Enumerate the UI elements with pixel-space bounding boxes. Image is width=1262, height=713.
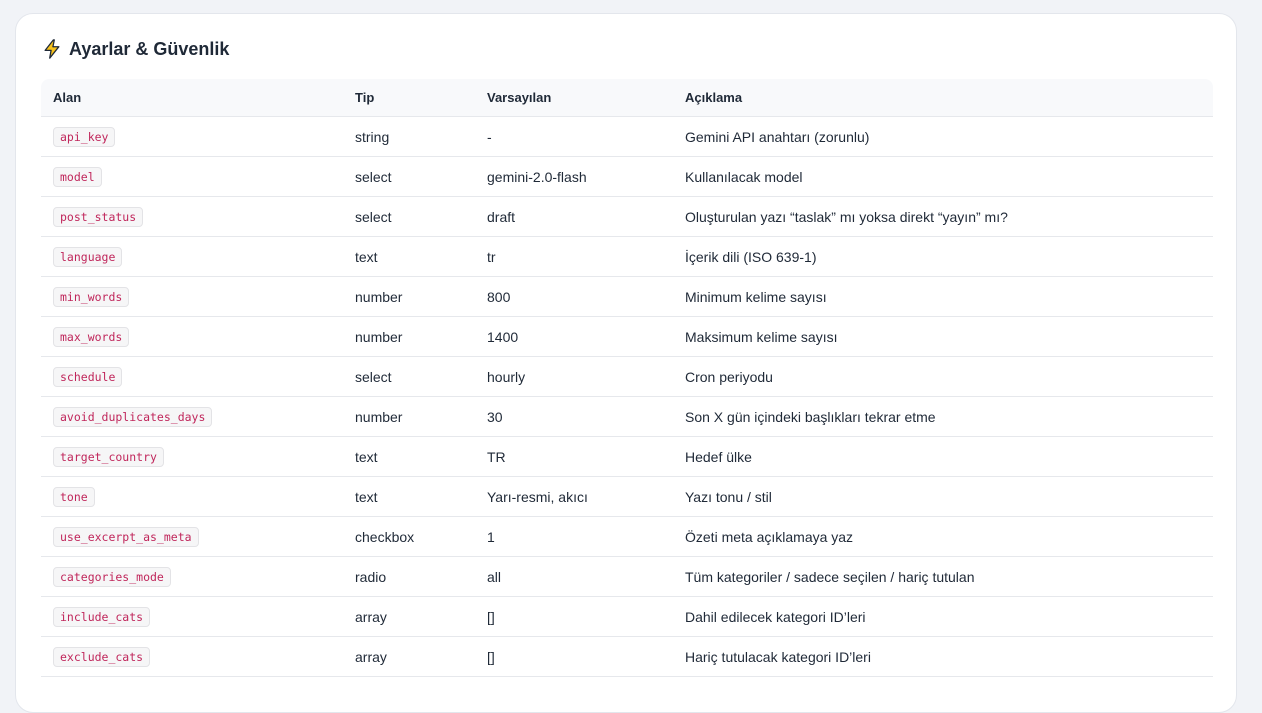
cell-default: 1400 [475,316,673,357]
cell-field: post_status [41,196,343,237]
field-name-code: max_words [53,326,130,347]
cell-field: model [41,156,343,197]
cell-default: all [475,556,673,597]
table-row: schedule select hourly Cron periyodu [41,356,1213,397]
cell-default: tr [475,236,673,277]
cell-default: draft [475,196,673,237]
field-name-code: post_status [53,206,144,227]
cell-type: text [343,476,475,517]
cell-default: Yarı-resmi, akıcı [475,476,673,517]
cell-field: schedule [41,356,343,397]
cell-field: max_words [41,316,343,357]
card-title-text: Ayarlar & Güvenlik [69,38,230,59]
field-name-code: language [53,246,123,267]
cell-description: Dahil edilecek kategori ID’leri [673,596,1213,637]
cell-field: use_excerpt_as_meta [41,516,343,557]
table-row: categories_mode radio all Tüm kategoriler /… [41,556,1213,597]
cell-type: number [343,276,475,317]
cell-type: select [343,356,475,397]
cell-field: api_key [41,116,343,157]
field-name-code: include_cats [53,606,151,627]
settings-table-wrap: Alan Tip Varsayılan Açıklama api_key stri… [41,79,1213,677]
table-row: include_cats array[] Dahil edilecek katego… [41,596,1213,637]
cell-type: array [343,636,475,677]
table-header-row: Alan Tip Varsayılan Açıklama [41,79,1213,117]
lightning-bolt-icon [44,39,60,59]
table-row: target_country text TR Hedef ülke [41,436,1213,477]
field-name-code: exclude_cats [53,646,151,667]
column-header-field: Alan [41,79,343,117]
table-row: exclude_cats array[] Hariç tutulacak kateg… [41,636,1213,677]
cell-description: Tüm kategoriler / sadece seçilen / hariç… [673,556,1213,597]
cell-description: Oluşturulan yazı “taslak” mı yoksa direk… [673,196,1213,237]
cell-description: Cron periyodu [673,356,1213,397]
column-header-description: Açıklama [673,79,1213,117]
cell-field: avoid_duplicates_days [41,396,343,437]
table-row: use_excerpt_as_meta checkbox 1 Özeti meta a… [41,516,1213,557]
cell-description: Son X gün içindeki başlıkları tekrar etm… [673,396,1213,437]
cell-default: 800 [475,276,673,317]
cell-type: string [343,116,475,157]
cell-type: select [343,156,475,197]
cell-field: exclude_cats [41,636,343,677]
cell-type: text [343,436,475,477]
field-name-code: target_country [53,446,164,467]
cell-default: hourly [475,356,673,397]
cell-field: target_country [41,436,343,477]
field-name-code: tone [53,486,95,507]
field-name-code: use_excerpt_as_meta [53,526,199,547]
cell-description: Yazı tonu / stil [673,476,1213,517]
table-row: min_words number 800 Minimum kelime sayısı [41,276,1213,317]
table-row: max_words number 1400 Maksimum kelime sayıs… [41,316,1213,357]
settings-card: Ayarlar & Güvenlik Alan Tip Varsayılan A… [15,13,1237,713]
table-row: tone text Yarı-resmi, akıcı Yazı tonu / sti… [41,476,1213,517]
column-header-default: Varsayılan [475,79,673,117]
cell-description: Hedef ülke [673,436,1213,477]
cell-default: [] [475,636,673,677]
cell-field: min_words [41,276,343,317]
cell-default: 1 [475,516,673,557]
cell-description: Maksimum kelime sayısı [673,316,1213,357]
cell-description: Minimum kelime sayısı [673,276,1213,317]
cell-type: checkbox [343,516,475,557]
field-name-code: categories_mode [53,566,171,587]
field-name-code: min_words [53,286,130,307]
cell-description: Kullanılacak model [673,156,1213,197]
table-row: model select gemini-2.0-flash Kullanılacak … [41,156,1213,197]
cell-default: 30 [475,396,673,437]
table-row: api_key string - Gemini API anahtarı (zorun… [41,116,1213,157]
card-title: Ayarlar & Güvenlik [41,38,229,60]
cell-type: text [343,236,475,277]
cell-default: gemini-2.0-flash [475,156,673,197]
table-row: post_status select draft Oluşturulan yazı “… [41,196,1213,237]
cell-field: language [41,236,343,277]
cell-description: Özeti meta açıklamaya yaz [673,516,1213,557]
cell-type: radio [343,556,475,597]
cell-type: select [343,196,475,237]
field-name-code: schedule [53,366,123,387]
cell-field: tone [41,476,343,517]
cell-description: İçerik dili (ISO 639-1) [673,236,1213,277]
field-name-code: avoid_duplicates_days [53,406,213,427]
cell-default: [] [475,596,673,637]
field-name-code: api_key [53,126,116,147]
table-row: language text tr İçerik dili (ISO 639-1) [41,236,1213,277]
cell-type: number [343,396,475,437]
cell-type: array [343,596,475,637]
settings-table: Alan Tip Varsayılan Açıklama api_key stri… [41,79,1213,677]
table-row: avoid_duplicates_days number 30 Son X gün i… [41,396,1213,437]
cell-default: TR [475,436,673,477]
field-name-code: model [53,166,102,187]
cell-field: include_cats [41,596,343,637]
cell-description: Gemini API anahtarı (zorunlu) [673,116,1213,157]
cell-field: categories_mode [41,556,343,597]
column-header-type: Tip [343,79,475,117]
cell-type: number [343,316,475,357]
cell-description: Hariç tutulacak kategori ID’leri [673,636,1213,677]
cell-default: - [475,116,673,157]
